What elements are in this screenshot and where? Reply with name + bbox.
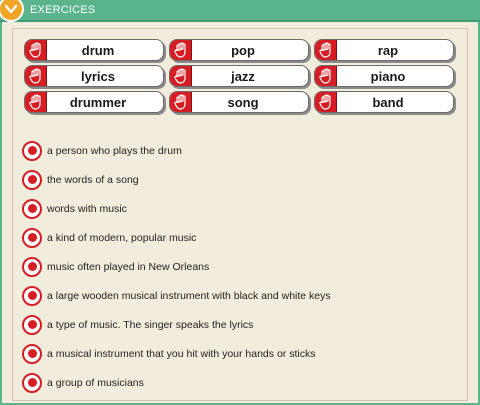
header-bar: EXERCICES [0,0,480,22]
hand-icon [25,66,47,86]
radio-dot [27,175,37,184]
hand-icon [170,92,192,112]
word-label: drummer [69,94,127,110]
word-tile[interactable]: drum [24,39,164,61]
definition-item: the words of a song [22,165,331,194]
radio-dot [27,233,37,242]
definition-item: a musical instrument that you hit with y… [22,339,331,368]
definition-text: a group of musicians [47,376,144,389]
definition-text: music often played in New Orleans [47,260,210,273]
definition-text: the words of a song [47,173,139,186]
radio-dot [27,204,37,213]
word-tile[interactable]: drummer [24,91,164,113]
word-label: piano [370,68,406,84]
word-label: band [372,94,404,110]
hand-icon [25,40,47,60]
word-label: rap [377,42,399,58]
radio-target-icon[interactable] [22,343,42,364]
radio-dot [27,320,37,329]
radio-target-icon[interactable] [22,140,42,161]
hand-icon [315,40,337,60]
hand-icon [315,92,337,112]
word-bank: drum pop rap lyrics jazz piano drummer song band [24,39,454,113]
radio-dot [27,291,37,300]
word-tile[interactable]: band [314,91,454,113]
word-label: jazz [231,68,255,84]
word-tile[interactable]: lyrics [24,65,164,87]
hand-icon [25,92,47,112]
chevron-down-icon[interactable] [0,0,24,22]
definition-item: a person who plays the drum [22,136,331,165]
word-tile[interactable]: song [169,91,309,113]
radio-dot [27,262,37,271]
word-label: drum [81,42,115,58]
header-title: EXERCICES [30,4,96,16]
definition-text: a person who plays the drum [47,144,182,157]
radio-dot [27,378,37,387]
word-tile[interactable]: rap [314,39,454,61]
definition-list: a person who plays the drum the words of … [22,136,331,397]
radio-target-icon[interactable] [22,372,42,393]
definition-text: a large wooden musical instrument with b… [47,289,331,302]
hand-icon [315,66,337,86]
word-label: pop [231,42,255,58]
radio-target-icon[interactable] [22,285,42,306]
word-label: lyrics [81,68,115,84]
radio-target-icon[interactable] [22,169,42,190]
radio-target-icon[interactable] [22,314,42,335]
definition-item: a kind of modern, popular music [22,223,331,252]
hand-icon [170,40,192,60]
radio-dot [27,146,37,155]
radio-target-icon[interactable] [22,198,42,219]
definition-text: a musical instrument that you hit with y… [47,347,316,360]
word-tile[interactable]: pop [169,39,309,61]
definition-text: words with music [47,202,127,215]
word-tile[interactable]: piano [314,65,454,87]
definition-item: a large wooden musical instrument with b… [22,281,331,310]
definition-item: a type of music. The singer speaks the l… [22,310,331,339]
definition-text: a kind of modern, popular music [47,231,197,244]
radio-dot [27,349,37,358]
definition-text: a type of music. The singer speaks the l… [47,318,254,331]
hand-icon [170,66,192,86]
definition-item: a group of musicians [22,368,331,397]
radio-target-icon[interactable] [22,227,42,248]
definition-item: words with music [22,194,331,223]
definition-item: music often played in New Orleans [22,252,331,281]
word-label: song [227,94,259,110]
word-tile[interactable]: jazz [169,65,309,87]
radio-target-icon[interactable] [22,256,42,277]
